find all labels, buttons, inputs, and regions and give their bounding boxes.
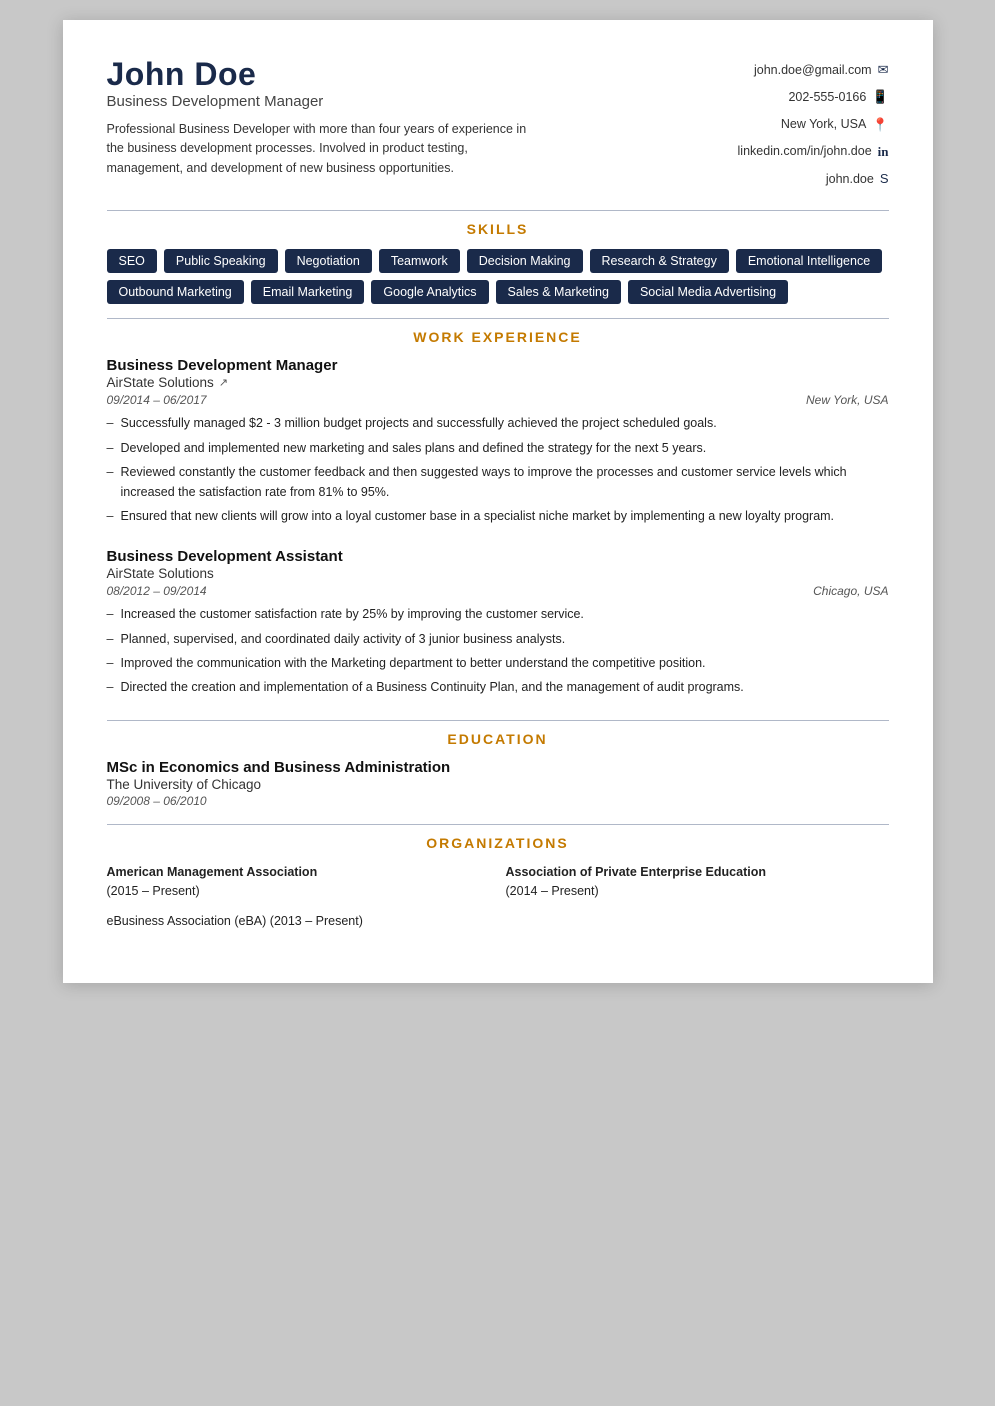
- job-location: Chicago, USA: [813, 584, 888, 598]
- edu-block: MSc in Economics and Business Administra…: [107, 759, 889, 808]
- job-bullet: Reviewed constantly the customer feedbac…: [107, 463, 889, 502]
- location-text: New York, USA: [781, 111, 866, 137]
- job-dates-row: 09/2014 – 06/2017 New York, USA: [107, 393, 889, 407]
- job-company: AirState Solutions: [107, 375, 214, 390]
- skill-tag: Negotiation: [285, 249, 372, 273]
- skill-tag: Teamwork: [379, 249, 460, 273]
- linkedin-row: linkedin.com/in/john.doe in: [669, 138, 889, 165]
- job-company: AirState Solutions: [107, 566, 214, 581]
- job-bullets-list: Increased the customer satisfaction rate…: [107, 605, 889, 698]
- job-dates: 08/2012 – 09/2014: [107, 584, 207, 598]
- job-bullet: Planned, supervised, and coordinated dai…: [107, 630, 889, 649]
- skype-icon: S: [880, 165, 889, 192]
- skype-text: john.doe: [826, 166, 874, 192]
- edu-school: The University of Chicago: [107, 777, 889, 792]
- phone-row: 202-555-0166 📱: [669, 83, 889, 110]
- header-left: John Doe Business Development Manager Pr…: [107, 56, 547, 178]
- org-item: American Management Association(2015 – P…: [107, 863, 490, 901]
- skill-tag: Sales & Marketing: [496, 280, 621, 304]
- education-section: EDUCATION MSc in Economics and Business …: [107, 731, 889, 808]
- skype-row: john.doe S: [669, 165, 889, 192]
- organizations-section: ORGANIZATIONS American Management Associ…: [107, 835, 889, 943]
- edu-container: MSc in Economics and Business Administra…: [107, 759, 889, 808]
- candidate-name: John Doe: [107, 56, 547, 93]
- org-item: eBusiness Association (eBA) (2013 – Pres…: [107, 912, 889, 931]
- edu-dates: 09/2008 – 06/2010: [107, 794, 889, 808]
- job-company-row: AirState Solutions ↗: [107, 375, 889, 390]
- job-block: Business Development Assistant AirState …: [107, 548, 889, 698]
- org-container: American Management Association(2015 – P…: [107, 863, 889, 943]
- linkedin-icon: in: [878, 138, 889, 165]
- education-divider-top: [107, 720, 889, 721]
- contact-info: john.doe@gmail.com ✉ 202-555-0166 📱 New …: [669, 56, 889, 192]
- email-row: john.doe@gmail.com ✉: [669, 56, 889, 83]
- work-experience-section: WORK EXPERIENCE Business Development Man…: [107, 329, 889, 697]
- skills-divider-top: [107, 210, 889, 211]
- skill-tag: SEO: [107, 249, 157, 273]
- job-title: Business Development Manager: [107, 357, 889, 374]
- location-row: New York, USA 📍: [669, 111, 889, 138]
- candidate-summary: Professional Business Developer with mor…: [107, 120, 547, 178]
- job-bullets-list: Successfully managed $2 - 3 million budg…: [107, 414, 889, 526]
- work-section-title: WORK EXPERIENCE: [107, 329, 889, 345]
- jobs-container: Business Development Manager AirState So…: [107, 357, 889, 697]
- job-location: New York, USA: [806, 393, 888, 407]
- job-bullet: Successfully managed $2 - 3 million budg…: [107, 414, 889, 433]
- org-divider-top: [107, 824, 889, 825]
- skills-tags-container: SEO Public Speaking Negotiation Teamwork Dec…: [107, 249, 889, 304]
- skill-tag: Social Media Advertising: [628, 280, 788, 304]
- skills-section: SKILLS SEO Public Speaking Negotiation Team…: [107, 221, 889, 304]
- job-block: Business Development Manager AirState So…: [107, 357, 889, 526]
- job-bullet: Increased the customer satisfaction rate…: [107, 605, 889, 624]
- job-bullet: Directed the creation and implementation…: [107, 678, 889, 697]
- phone-icon: 📱: [872, 83, 888, 110]
- email-icon: ✉: [878, 56, 889, 83]
- skills-divider-bottom: [107, 318, 889, 319]
- job-dates: 09/2014 – 06/2017: [107, 393, 207, 407]
- job-bullet: Improved the communication with the Mark…: [107, 654, 889, 673]
- email-text: john.doe@gmail.com: [754, 57, 872, 83]
- edu-degree: MSc in Economics and Business Administra…: [107, 759, 889, 776]
- skill-tag: Public Speaking: [164, 249, 278, 273]
- org-section-title: ORGANIZATIONS: [107, 835, 889, 851]
- job-dates-row: 08/2012 – 09/2014 Chicago, USA: [107, 584, 889, 598]
- header-section: John Doe Business Development Manager Pr…: [107, 56, 889, 192]
- job-bullet: Ensured that new clients will grow into …: [107, 507, 889, 526]
- job-bullet: Developed and implemented new marketing …: [107, 439, 889, 458]
- skill-tag: Google Analytics: [371, 280, 488, 304]
- education-section-title: EDUCATION: [107, 731, 889, 747]
- skill-tag: Research & Strategy: [590, 249, 729, 273]
- skill-tag: Outbound Marketing: [107, 280, 244, 304]
- candidate-title: Business Development Manager: [107, 93, 547, 110]
- job-company-row: AirState Solutions: [107, 566, 889, 581]
- skill-tag: Decision Making: [467, 249, 583, 273]
- location-icon: 📍: [872, 111, 888, 138]
- skill-tag: Email Marketing: [251, 280, 365, 304]
- skills-section-title: SKILLS: [107, 221, 889, 237]
- linkedin-text: linkedin.com/in/john.doe: [738, 138, 872, 164]
- phone-text: 202-555-0166: [788, 84, 866, 110]
- external-link-icon: ↗: [219, 376, 228, 389]
- resume-page: John Doe Business Development Manager Pr…: [63, 20, 933, 983]
- org-item: Association of Private Enterprise Educat…: [506, 863, 889, 901]
- job-title: Business Development Assistant: [107, 548, 889, 565]
- skill-tag: Emotional Intelligence: [736, 249, 882, 273]
